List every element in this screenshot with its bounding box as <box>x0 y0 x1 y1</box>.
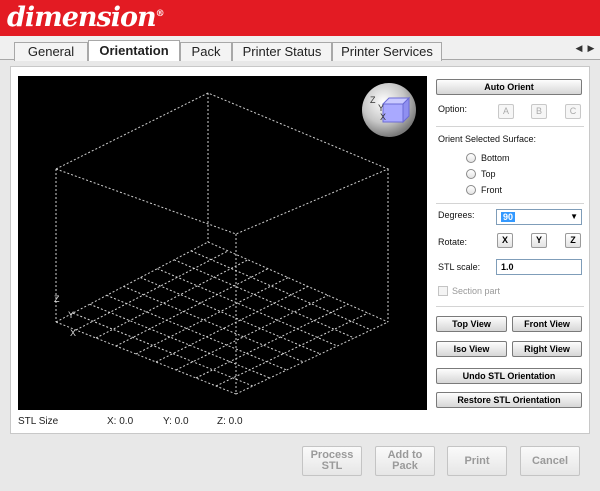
print-button[interactable]: Print <box>447 446 507 476</box>
dimension-logo: dimension® <box>7 2 165 33</box>
surface-front-radio[interactable] <box>466 185 476 195</box>
option-c-button[interactable]: C <box>565 104 581 119</box>
restore-stl-orientation-button[interactable]: Restore STL Orientation <box>436 392 582 408</box>
floor-grid-line <box>95 259 249 339</box>
divider <box>436 203 584 204</box>
rotate-y-button[interactable]: Y <box>531 233 547 248</box>
degrees-label: Degrees: <box>438 210 475 220</box>
tab-printer-services[interactable]: Printer Services <box>332 42 442 61</box>
surface-top-radio[interactable] <box>466 169 476 179</box>
floor-grid-line <box>106 294 287 371</box>
undo-stl-orientation-button[interactable]: Undo STL Orientation <box>436 368 582 384</box>
top-view-button[interactable]: Top View <box>436 316 507 332</box>
tab-pack[interactable]: Pack <box>180 42 232 61</box>
stl-size-x: X: 0.0 <box>107 416 134 427</box>
tab-orientation[interactable]: Orientation <box>88 40 180 61</box>
iso-view-button[interactable]: Iso View <box>436 341 507 357</box>
navigation-cube-icon[interactable]: Z Y X <box>361 82 417 138</box>
floor-grid-line <box>135 277 289 355</box>
front-view-button[interactable]: Front View <box>512 316 582 332</box>
tab-scroll-right-icon[interactable]: ▶ <box>586 42 596 54</box>
floor-grid-line <box>215 312 369 387</box>
floor-grid-line <box>115 268 269 347</box>
axis-z-label: Z <box>54 294 60 304</box>
floor-grid-line <box>72 312 254 387</box>
section-part-label: Section part <box>452 286 501 296</box>
floor-grid-line <box>140 277 321 355</box>
stl-size-y: Y: 0.0 <box>163 416 189 427</box>
rotate-z-button[interactable]: Z <box>565 233 581 248</box>
degrees-dropdown[interactable]: 90 ▼ <box>496 209 582 225</box>
stl-size-z: Z: 0.0 <box>217 416 243 427</box>
stl-scale-input[interactable]: 1.0 <box>496 259 582 275</box>
auto-orient-button[interactable]: Auto Orient <box>436 79 582 95</box>
floor-grid-line <box>195 303 349 379</box>
rotate-x-button[interactable]: X <box>497 233 513 248</box>
degrees-value: 90 <box>501 212 516 222</box>
stl-size-label: STL Size <box>18 416 59 427</box>
stl-scale-label: STL scale: <box>438 262 481 272</box>
cube-x-label: X <box>380 112 387 122</box>
option-label: Option: <box>438 104 468 114</box>
cancel-button[interactable]: Cancel <box>520 446 580 476</box>
axis-y-label: Y <box>68 310 75 320</box>
add-to-pack-button[interactable]: Add to Pack <box>375 446 435 476</box>
tab-scroll-left-icon[interactable]: ◀ <box>574 42 584 54</box>
surface-bottom-radio[interactable] <box>466 153 476 163</box>
floor-grid-line <box>123 285 304 363</box>
tab-bar: General Orientation Pack Printer Status … <box>0 36 600 61</box>
surface-top-label: Top <box>481 169 496 179</box>
surface-bottom-label: Bottom <box>481 153 510 163</box>
option-b-button[interactable]: B <box>531 104 547 119</box>
rotate-label: Rotate: <box>438 237 468 247</box>
tab-general[interactable]: General <box>14 42 88 61</box>
right-view-button[interactable]: Right View <box>512 341 582 357</box>
3d-viewport[interactable]: Z Y X Z Y X <box>18 76 427 410</box>
surface-front-label: Front <box>481 185 503 195</box>
floor-grid-line <box>174 259 355 339</box>
floor-grid-line <box>155 285 309 363</box>
app-header: dimension® <box>0 0 600 36</box>
cube-z-label: Z <box>370 95 376 105</box>
divider <box>436 306 584 307</box>
tab-printer-status[interactable]: Printer Status <box>232 42 332 61</box>
chevron-down-icon: ▼ <box>570 212 578 221</box>
floor-grid-line <box>75 250 229 331</box>
orient-surface-label: Orient Selected Surface: <box>438 134 537 144</box>
section-part-checkbox[interactable] <box>438 286 448 296</box>
axis-x-label: X <box>70 328 77 338</box>
floor-grid-line <box>89 303 270 379</box>
process-stl-button[interactable]: Process STL <box>302 446 362 476</box>
option-a-button[interactable]: A <box>498 104 514 119</box>
floor-grid-line <box>157 268 338 347</box>
divider <box>436 126 584 127</box>
